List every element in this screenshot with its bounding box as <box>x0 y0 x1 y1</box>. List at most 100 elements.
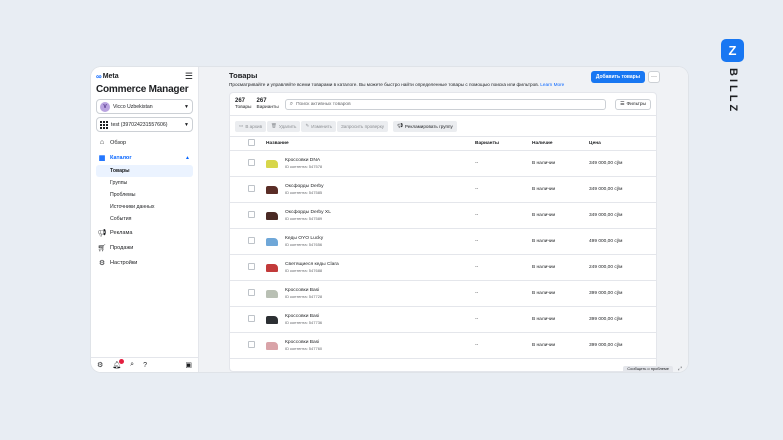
products-panel: 267 Товары 267 Варианты ⌕ Поиск активных… <box>229 92 657 372</box>
search-icon[interactable]: ⌕ <box>130 361 134 369</box>
product-price: 349 000,00 сўм <box>586 150 656 177</box>
variants-stat: 267 Варианты <box>257 98 279 111</box>
row-checkbox-cell <box>230 306 263 333</box>
product-variants: -- <box>472 176 529 203</box>
product-variants: -- <box>472 228 529 255</box>
more-options-button[interactable]: ··· <box>648 71 660 83</box>
main-content: Товары Просматривайте и управляйте всеми… <box>199 67 688 372</box>
gear-icon[interactable]: ⚙ <box>97 361 103 369</box>
archive-label: В архив <box>245 123 263 129</box>
sidebar-item-settings[interactable]: ⚙ Настройки <box>96 255 193 270</box>
table-row[interactable]: Кроссовки Basi ID контента: 547760 -- В … <box>230 332 656 359</box>
add-products-button[interactable]: Добавить товары <box>590 71 645 83</box>
products-table: Название Варианты Наличие Цена Кроссовки… <box>230 136 656 359</box>
table-row[interactable]: Оксфорды Derby XL ID контента: 547589 --… <box>230 202 656 229</box>
panel-toggle-icon[interactable]: ▣ <box>185 361 192 369</box>
sidebar: ∞ Meta ☰ Commerce Manager V Vicco Uzbeki… <box>91 67 199 372</box>
sidebar-subitem-products[interactable]: Товары <box>96 165 193 177</box>
page-description-text: Просматривайте и управляйте всеми товара… <box>229 82 539 87</box>
row-checkbox[interactable] <box>248 315 255 322</box>
account-selector[interactable]: V Vicco Uzbekistan ▼ <box>96 99 193 114</box>
row-checkbox[interactable] <box>248 211 255 218</box>
product-name[interactable]: Светящиеся кеды Clara <box>285 262 469 267</box>
learn-more-link[interactable]: Learn More <box>540 82 564 87</box>
product-name[interactable]: Кроссовки Basi <box>285 314 469 319</box>
product-name[interactable]: Оксфорды Derby <box>285 184 469 189</box>
report-problem-button[interactable]: Сообщить о проблеме <box>623 366 673 372</box>
header-name[interactable]: Название <box>263 136 472 151</box>
product-name-cell: Кроссовки DNA ID контента: 547578 <box>282 150 472 177</box>
catalog-selector[interactable]: test (397024231557606) ▼ <box>96 117 193 132</box>
product-price: 399 000,00 сўм <box>586 332 656 359</box>
product-name[interactable]: Кроссовки DNA <box>285 158 469 163</box>
sidebar-footer: ⚙ 🔔︎ ⌕ ? ▣ <box>91 357 198 372</box>
product-variants: -- <box>472 150 529 177</box>
bell-icon[interactable]: 🔔︎ <box>112 359 125 369</box>
row-checkbox[interactable] <box>248 159 255 166</box>
sidebar-subitem-events[interactable]: События <box>96 213 193 225</box>
row-checkbox[interactable] <box>248 263 255 270</box>
sidebar-subitem-problems[interactable]: Проблемы <box>96 189 193 201</box>
edit-button[interactable]: ✎ Изменить <box>301 120 337 132</box>
hamburger-menu-icon[interactable]: ☰ <box>185 71 193 82</box>
product-thumbnail <box>266 263 278 272</box>
row-checkbox[interactable] <box>248 237 255 244</box>
products-stat: 267 Товары <box>235 98 252 111</box>
product-content-id: ID контента: 547736 <box>285 320 323 325</box>
table-row[interactable]: Светящиеся кеды Clara ID контента: 54768… <box>230 254 656 281</box>
sidebar-item-ads[interactable]: 📢︎ Реклама <box>96 225 193 240</box>
row-checkbox-cell <box>230 280 263 307</box>
archive-icon: ▭ <box>239 123 244 128</box>
product-content-id: ID контента: 547585 <box>285 190 323 195</box>
product-availability: В наличии <box>529 228 586 255</box>
table-row[interactable]: Кеды OYO Lucky ID контента: 547656 -- В … <box>230 228 656 255</box>
search-input[interactable]: ⌕ Поиск активных товаров <box>284 98 607 110</box>
sidebar-subitem-data-sources[interactable]: Источники данных <box>96 201 193 213</box>
row-checkbox[interactable] <box>248 289 255 296</box>
table-row[interactable]: Кроссовки Basi ID контента: 547728 -- В … <box>230 280 656 307</box>
product-price: 249 000,00 сўм <box>586 254 656 281</box>
filters-button[interactable]: ☰ Фильтры <box>615 98 651 110</box>
row-checkbox[interactable] <box>248 185 255 192</box>
product-name-cell: Кеды OYO Lucky ID контента: 547656 <box>282 228 472 255</box>
filters-label: Фильтры <box>626 101 646 107</box>
chevron-up-icon: ▲ <box>185 154 190 161</box>
product-name[interactable]: Оксфорды Derby XL <box>285 210 469 215</box>
product-name[interactable]: Кеды OYO Lucky <box>285 236 469 241</box>
product-image-cell <box>263 332 282 359</box>
product-price: 499 000,00 сўм <box>586 228 656 255</box>
table-row[interactable]: Кроссовки Basi ID контента: 547736 -- В … <box>230 306 656 333</box>
archive-button[interactable]: ▭ В архив <box>235 120 267 132</box>
row-checkbox[interactable] <box>248 341 255 348</box>
gear-icon: ⚙ <box>98 259 106 267</box>
delete-button[interactable]: 🗑︎ Удалить <box>267 120 301 132</box>
sidebar-item-sales[interactable]: 🛒︎ Продажи <box>96 240 193 255</box>
request-review-button[interactable]: Запросить проверку <box>337 120 389 132</box>
product-name-cell: Кроссовки Basi ID контента: 547736 <box>282 306 472 333</box>
product-availability: В наличии <box>529 306 586 333</box>
product-image-cell <box>263 228 282 255</box>
meta-logo[interactable]: ∞ Meta <box>96 72 119 81</box>
header-price[interactable]: Цена <box>586 136 656 151</box>
header-variants[interactable]: Варианты <box>472 136 529 151</box>
sidebar-item-catalog[interactable]: ▦ Каталог ▲ <box>96 150 193 165</box>
account-name: Vicco Uzbekistan <box>113 103 153 110</box>
products-label: Товары <box>235 104 252 110</box>
select-all-checkbox[interactable] <box>248 139 255 146</box>
product-price: 349 000,00 сўм <box>586 202 656 229</box>
table-row[interactable]: Кроссовки DNA ID контента: 547578 -- В н… <box>230 150 656 177</box>
table-row[interactable]: Оксфорды Derby ID контента: 547585 -- В … <box>230 176 656 203</box>
advertise-group-button[interactable]: 📢︎ Рекламировать группу <box>393 120 457 132</box>
sidebar-item-overview[interactable]: ⌂ Обзор <box>96 135 193 150</box>
product-name[interactable]: Кроссовки Basi <box>285 340 469 345</box>
product-variants: -- <box>472 202 529 229</box>
expand-icon[interactable]: ⤢ <box>678 366 682 372</box>
sidebar-subitem-groups[interactable]: Группы <box>96 177 193 189</box>
product-name[interactable]: Кроссовки Basi <box>285 288 469 293</box>
meta-logo-text: Meta <box>102 72 119 80</box>
billz-logo: Z <box>721 39 744 62</box>
help-icon[interactable]: ? <box>143 362 147 369</box>
header-availability[interactable]: Наличие <box>529 136 586 151</box>
search-icon: ⌕ <box>289 100 294 107</box>
product-image-cell <box>263 150 282 177</box>
